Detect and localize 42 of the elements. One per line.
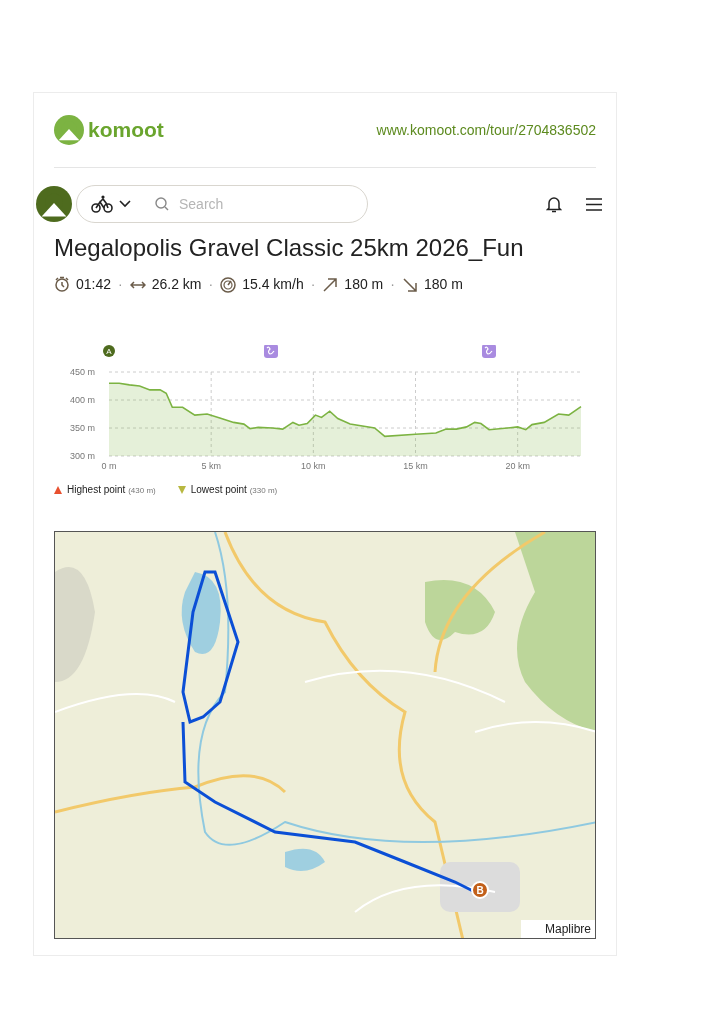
stat-value: 180 m bbox=[344, 275, 384, 294]
stopwatch-icon bbox=[54, 275, 70, 294]
search-icon bbox=[155, 197, 169, 211]
x-tick-label: 0 m bbox=[101, 461, 117, 471]
legend-label: Lowest point (330 m) bbox=[190, 483, 278, 497]
legend-label: Highest point (430 m) bbox=[67, 483, 156, 497]
bicycle-icon bbox=[91, 195, 113, 213]
chevron-down-icon bbox=[119, 200, 131, 208]
y-tick-label: 400 m bbox=[70, 395, 95, 405]
stat-value: 15.4 km/h bbox=[242, 275, 304, 294]
waypoint-marker[interactable]: A bbox=[103, 345, 115, 357]
notification-bell-icon[interactable] bbox=[546, 195, 562, 213]
stat-value: 180 m bbox=[423, 275, 463, 294]
menu-icon[interactable] bbox=[586, 197, 602, 211]
search-input[interactable]: Search bbox=[179, 193, 299, 215]
x-tick-label: 15 km bbox=[403, 461, 428, 471]
tour-url: www.komoot.com/tour/2704836502 bbox=[376, 120, 596, 140]
brand-name: komoot bbox=[88, 117, 164, 144]
x-tick-label: 20 km bbox=[505, 461, 530, 471]
separator-dot: · bbox=[390, 275, 395, 294]
x-tick-label: 10 km bbox=[301, 461, 326, 471]
y-tick-label: 450 m bbox=[70, 367, 95, 377]
sport-selector[interactable] bbox=[91, 195, 131, 213]
stat-value: 26.2 km bbox=[151, 275, 202, 294]
tour-title: Megalopolis Gravel Classic 25km 2026_Fun bbox=[54, 233, 525, 263]
separator-dot: · bbox=[208, 275, 214, 294]
triangle-down-icon bbox=[177, 485, 186, 494]
highlight-icon[interactable] bbox=[264, 345, 278, 358]
arrow-down-right-icon bbox=[401, 275, 418, 294]
x-tick-label: 5 km bbox=[201, 461, 221, 471]
arrow-up-right-icon bbox=[322, 275, 339, 294]
separator-dot: · bbox=[118, 275, 123, 294]
logo-icon bbox=[54, 115, 84, 145]
triangle-up-icon bbox=[54, 485, 62, 494]
y-tick-label: 350 m bbox=[70, 423, 95, 433]
y-tick-label: 300 m bbox=[70, 451, 95, 461]
speedometer-icon bbox=[220, 275, 237, 294]
highlight-icon[interactable] bbox=[482, 345, 496, 358]
map-attribution[interactable]: Maplibre bbox=[520, 920, 595, 938]
stat-value: 01:42 bbox=[76, 275, 112, 294]
avatar-icon[interactable] bbox=[36, 186, 72, 222]
separator-dot: · bbox=[310, 275, 316, 294]
